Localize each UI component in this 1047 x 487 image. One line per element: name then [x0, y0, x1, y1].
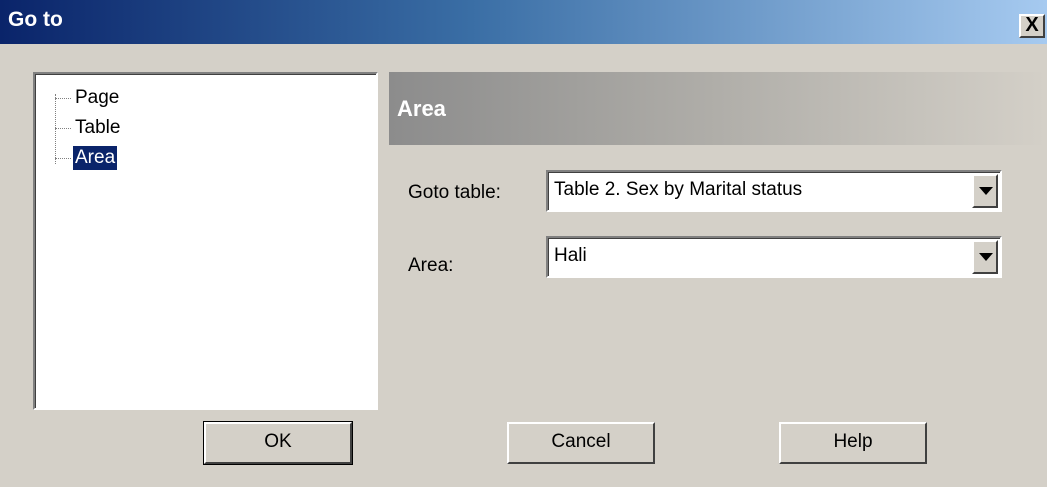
- area-value: Hali: [554, 245, 587, 266]
- tree-branch-line: [55, 128, 71, 129]
- tree-branch-line: [55, 98, 71, 99]
- area-label: Area:: [408, 255, 454, 276]
- chevron-down-icon[interactable]: [972, 174, 998, 208]
- cancel-button[interactable]: Cancel: [507, 422, 655, 464]
- panel-header: Area: [389, 72, 1047, 145]
- goto-table-select[interactable]: Table 2. Sex by Marital status: [546, 170, 1002, 212]
- tree-item-label: Area: [73, 146, 118, 170]
- area-select[interactable]: Hali: [546, 236, 1002, 278]
- tree-item-label: Page: [75, 87, 120, 108]
- title-bar[interactable]: Go to X: [0, 0, 1047, 44]
- dialog-title: Go to: [8, 8, 63, 31]
- ok-button[interactable]: OK: [203, 421, 353, 465]
- tree-branch-line: [55, 158, 71, 159]
- close-button[interactable]: X: [1019, 14, 1045, 38]
- tree-item-label: Table: [75, 117, 121, 138]
- chevron-down-icon[interactable]: [972, 240, 998, 274]
- navigation-tree[interactable]: Page Table Area: [33, 72, 378, 410]
- goto-table-value: Table 2. Sex by Marital status: [554, 179, 803, 200]
- close-icon: X: [1025, 14, 1039, 36]
- goto-table-label: Goto table:: [408, 182, 501, 203]
- panel-title: Area: [397, 96, 446, 121]
- tree-connector: [55, 94, 56, 164]
- help-button[interactable]: Help: [779, 422, 927, 464]
